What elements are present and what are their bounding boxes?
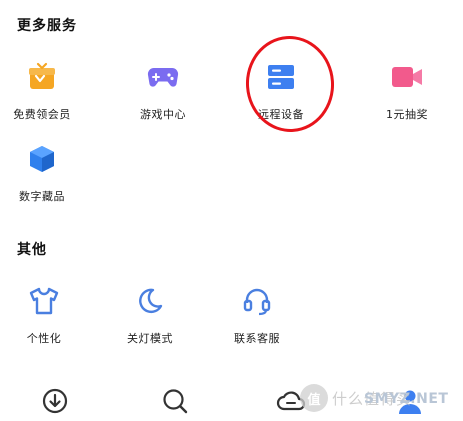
service-label: 游戏中心 <box>140 108 186 121</box>
other-label: 关灯模式 <box>127 332 173 345</box>
other-customer-service[interactable]: 联系客服 <box>212 284 302 346</box>
other-dark-mode[interactable]: 关灯模式 <box>105 284 195 346</box>
service-one-yuan-lottery[interactable]: 1元抽奖 <box>362 60 452 122</box>
watermark-logo: 值 <box>300 384 328 412</box>
server-icon <box>264 60 298 94</box>
other-label: 个性化 <box>26 332 62 345</box>
search-icon <box>161 387 189 419</box>
video-camera-icon <box>390 60 424 94</box>
section-title-other: 其他 <box>17 242 47 258</box>
moon-icon <box>133 284 167 318</box>
gamepad-icon <box>146 60 180 94</box>
other-label: 联系客服 <box>234 332 280 345</box>
service-label: 远程设备 <box>258 108 304 121</box>
service-label: 1元抽奖 <box>386 108 428 121</box>
tab-downloads[interactable] <box>40 388 70 418</box>
watermark-brand: SMYZ.NET <box>364 391 449 407</box>
service-free-membership[interactable]: 免费领会员 <box>0 60 87 122</box>
service-label: 数字藏品 <box>19 190 65 203</box>
tshirt-icon <box>27 284 61 318</box>
service-remote-device[interactable]: 远程设备 <box>236 60 326 122</box>
cube-icon <box>25 142 59 176</box>
headset-icon <box>240 284 274 318</box>
gift-box-icon <box>25 60 59 94</box>
download-icon <box>41 387 69 419</box>
tab-search[interactable] <box>160 388 190 418</box>
other-personalize[interactable]: 个性化 <box>0 284 89 346</box>
service-digital-collectibles[interactable]: 数字藏品 <box>0 142 87 204</box>
section-title-more-services: 更多服务 <box>17 18 77 34</box>
service-game-center[interactable]: 游戏中心 <box>118 60 208 122</box>
service-label: 免费领会员 <box>13 108 71 121</box>
